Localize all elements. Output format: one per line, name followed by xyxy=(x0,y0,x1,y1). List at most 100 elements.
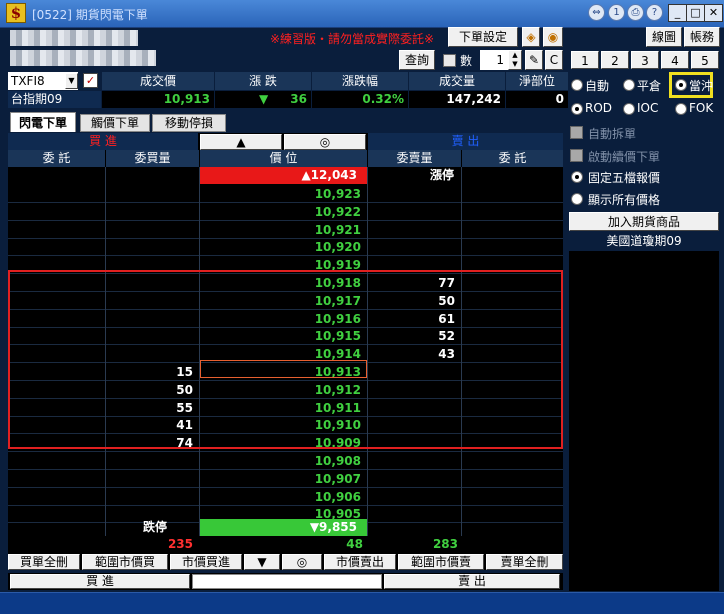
price-cell[interactable]: 10,906 xyxy=(200,488,367,506)
price-cell[interactable]: 10,920 xyxy=(200,238,367,257)
ask-qty-cell[interactable] xyxy=(368,381,461,399)
radio-auto[interactable] xyxy=(571,79,583,91)
radio-fok[interactable] xyxy=(675,103,687,115)
buy-order-cell[interactable] xyxy=(8,381,105,399)
ask-qty-cell[interactable] xyxy=(368,363,461,381)
bid-qty-cell[interactable] xyxy=(106,221,199,239)
bid-qty-cell[interactable]: 74 xyxy=(106,434,199,453)
quick-qty-4[interactable]: 4 xyxy=(661,51,689,69)
bid-qty-cell[interactable] xyxy=(106,470,199,488)
help-icon[interactable]: ? xyxy=(646,4,663,21)
sell-order-cell[interactable] xyxy=(462,416,563,435)
delete-all-buy-button[interactable]: 買單全刪 xyxy=(8,554,80,570)
buy-order-cell[interactable] xyxy=(8,256,105,275)
quick-qty-3[interactable]: 3 xyxy=(631,51,659,69)
tab-trailing-stop[interactable]: 移動停損 xyxy=(152,114,226,132)
sell-order-cell[interactable] xyxy=(462,256,563,275)
info-icon[interactable]: 1 xyxy=(608,4,625,21)
price-cell[interactable]: 10,907 xyxy=(200,470,367,488)
bid-qty-cell[interactable] xyxy=(106,345,199,364)
ask-qty-cell[interactable] xyxy=(368,399,461,417)
price-cell[interactable]: 10,910 xyxy=(200,416,367,435)
bid-qty-cell[interactable] xyxy=(106,310,199,328)
sell-order-cell[interactable] xyxy=(462,452,563,470)
buy-order-cell[interactable] xyxy=(8,185,105,203)
qty-input[interactable]: 1 xyxy=(480,50,508,70)
print-icon[interactable]: ⎙ xyxy=(627,4,644,21)
qty-stepper[interactable]: ▲ ▼ xyxy=(508,50,522,70)
sell-order-cell[interactable] xyxy=(462,274,563,292)
sell-order-cell[interactable] xyxy=(462,488,563,506)
watchlist-item[interactable]: 美國道瓊期09 xyxy=(569,233,719,250)
buy-order-cell[interactable] xyxy=(8,505,105,524)
ask-qty-cell[interactable] xyxy=(368,505,461,524)
buy-order-cell[interactable] xyxy=(8,470,105,488)
price-cell[interactable]: 10,908 xyxy=(200,452,367,470)
buy-order-cell[interactable] xyxy=(8,452,105,470)
price-cell[interactable]: 10,914 xyxy=(200,345,367,364)
eraser-icon[interactable]: ✎ xyxy=(525,50,543,70)
sell-order-cell[interactable] xyxy=(462,381,563,399)
price-cell[interactable]: 10,912 xyxy=(200,381,367,399)
bid-qty-cell[interactable] xyxy=(106,488,199,506)
ask-qty-cell[interactable]: 43 xyxy=(368,345,461,364)
diamond-icon[interactable]: ◈ xyxy=(522,27,540,47)
ask-qty-cell[interactable] xyxy=(368,452,461,470)
qty-checkbox[interactable] xyxy=(443,54,456,67)
bid-qty-cell[interactable]: 50 xyxy=(106,381,199,399)
quick-qty-2[interactable]: 2 xyxy=(601,51,629,69)
bid-qty-cell[interactable] xyxy=(106,327,199,346)
sell-order-cell[interactable] xyxy=(462,345,563,364)
auto-split-checkbox[interactable] xyxy=(570,126,583,139)
tab-lightning-order[interactable]: 閃電下單 xyxy=(10,112,76,132)
ask-qty-cell[interactable] xyxy=(368,256,461,275)
sell-order-cell[interactable] xyxy=(462,470,563,488)
bid-qty-cell[interactable]: 41 xyxy=(106,416,199,435)
ask-qty-cell[interactable]: 52 xyxy=(368,327,461,346)
line-chart-button[interactable]: 線圖 xyxy=(646,27,682,47)
price-cell[interactable]: 10,917 xyxy=(200,292,367,310)
price-cell[interactable]: 10,911 xyxy=(200,399,367,417)
scroll-down-button[interactable]: ▼ xyxy=(244,554,280,570)
price-cell[interactable]: 10,909 xyxy=(200,434,367,453)
sell-order-cell[interactable] xyxy=(462,238,563,257)
ask-qty-cell[interactable] xyxy=(368,488,461,506)
eye-icon[interactable]: ◉ xyxy=(543,27,563,47)
buy-order-cell[interactable] xyxy=(8,416,105,435)
sell-order-cell[interactable] xyxy=(462,203,563,221)
buy-bar-button[interactable]: 買 進 xyxy=(10,574,190,589)
ask-qty-cell[interactable]: 50 xyxy=(368,292,461,310)
ask-qty-cell[interactable]: 77 xyxy=(368,274,461,292)
delete-all-sell-button[interactable]: 賣單全刪 xyxy=(486,554,563,570)
center-button[interactable]: ◎ xyxy=(284,134,366,150)
account-button[interactable]: 帳務 xyxy=(684,27,720,47)
c-button[interactable]: C xyxy=(545,50,563,70)
ask-qty-cell[interactable] xyxy=(368,238,461,257)
buy-order-cell[interactable] xyxy=(8,238,105,257)
price-cell[interactable]: 10,921 xyxy=(200,221,367,239)
sell-order-cell[interactable] xyxy=(462,185,563,203)
range-market-sell-button[interactable]: 範圍市價賣 xyxy=(398,554,484,570)
radio-fixed-five[interactable] xyxy=(571,171,583,183)
buy-order-cell[interactable] xyxy=(8,274,105,292)
limit-up-price[interactable]: ▲12,043 xyxy=(200,167,367,184)
trailing-checkbox[interactable] xyxy=(570,149,583,162)
buy-order-cell[interactable] xyxy=(8,399,105,417)
ask-qty-cell[interactable] xyxy=(368,203,461,221)
bid-qty-cell[interactable] xyxy=(106,452,199,470)
quick-qty-5[interactable]: 5 xyxy=(691,51,719,69)
sell-order-cell[interactable] xyxy=(462,399,563,417)
price-cell[interactable]: 10,919 xyxy=(200,256,367,275)
bid-qty-cell[interactable] xyxy=(106,238,199,257)
market-sell-button[interactable]: 市價賣出 xyxy=(324,554,396,570)
limit-down-price[interactable]: ▼9,855 xyxy=(200,519,367,536)
radio-rod[interactable] xyxy=(571,103,583,115)
sell-order-cell[interactable] xyxy=(462,310,563,328)
price-cell[interactable]: 10,923 xyxy=(200,185,367,203)
query-button[interactable]: 查詢 xyxy=(399,50,435,70)
center-bottom-button[interactable]: ◎ xyxy=(282,554,322,570)
ask-qty-cell[interactable] xyxy=(368,416,461,435)
buy-order-cell[interactable] xyxy=(8,310,105,328)
ask-qty-cell[interactable] xyxy=(368,434,461,453)
radio-daytrade[interactable] xyxy=(675,79,687,91)
